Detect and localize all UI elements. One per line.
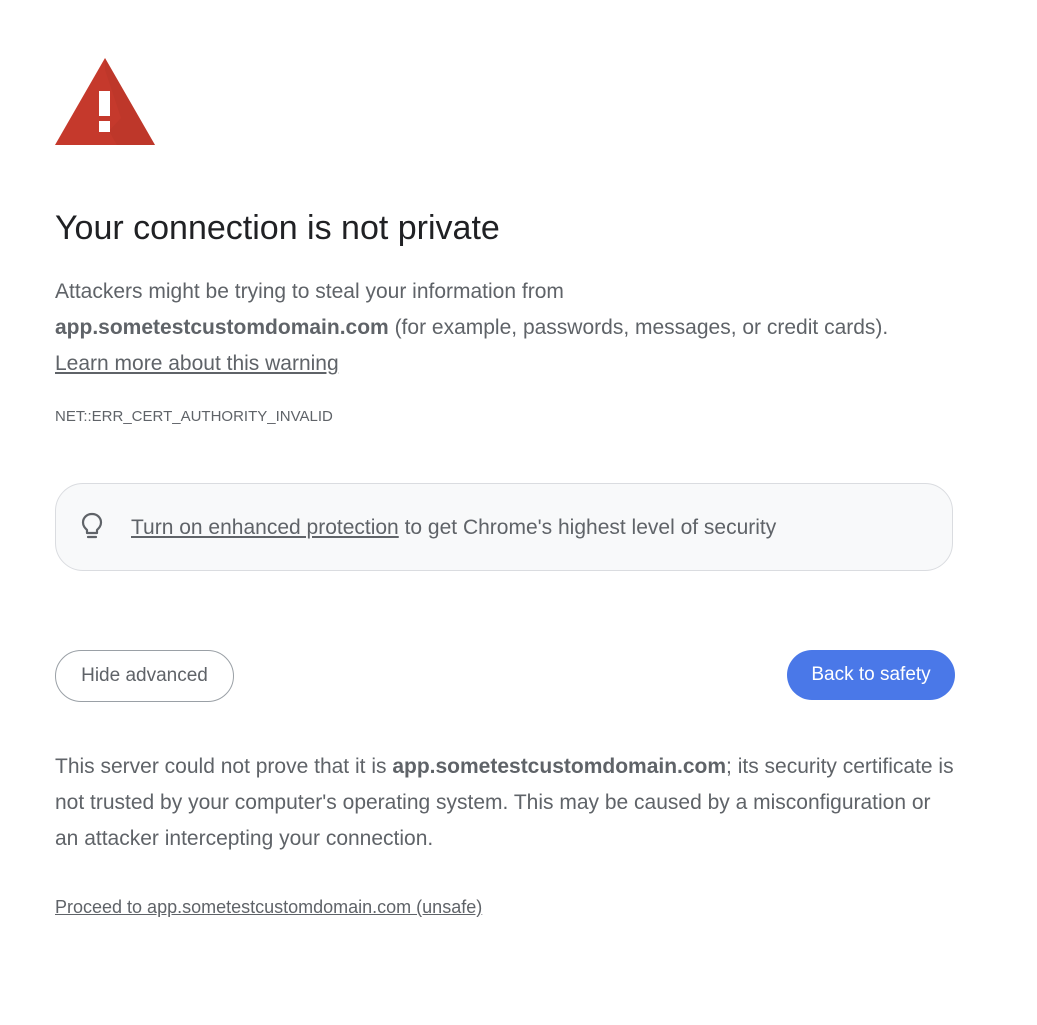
proceed-unsafe-link[interactable]: Proceed to app.sometestcustomdomain.com … [55, 894, 482, 920]
main-message-domain: app.sometestcustomdomain.com [55, 316, 389, 339]
enhanced-protection-banner: Turn on enhanced protection to get Chrom… [55, 483, 953, 571]
warning-triangle-icon [55, 58, 155, 145]
learn-more-link[interactable]: Learn more about this warning [55, 352, 339, 375]
enhanced-protection-text: Turn on enhanced protection to get Chrom… [131, 510, 776, 546]
page-title: Your connection is not private [55, 209, 500, 247]
error-code: NET::ERR_CERT_AUTHORITY_INVALID [55, 408, 333, 425]
main-message-intro: Attackers might be trying to steal your … [55, 280, 564, 303]
enhanced-protection-suffix: to get Chrome's highest level of securit… [398, 516, 777, 539]
details-message: This server could not prove that it is a… [55, 749, 955, 857]
details-part1: This server could not prove that it is [55, 755, 393, 778]
interstitial-page: Your connection is not private Attackers… [0, 0, 1037, 1025]
details-domain: app.sometestcustomdomain.com [392, 755, 727, 778]
enhanced-protection-link[interactable]: Turn on enhanced protection [131, 516, 399, 539]
main-message: Attackers might be trying to steal your … [55, 274, 955, 382]
back-to-safety-button[interactable]: Back to safety [787, 650, 955, 700]
lightbulb-icon [81, 512, 103, 539]
hide-advanced-button[interactable]: Hide advanced [55, 650, 234, 702]
main-message-examples: (for example, passwords, messages, or cr… [388, 316, 889, 339]
